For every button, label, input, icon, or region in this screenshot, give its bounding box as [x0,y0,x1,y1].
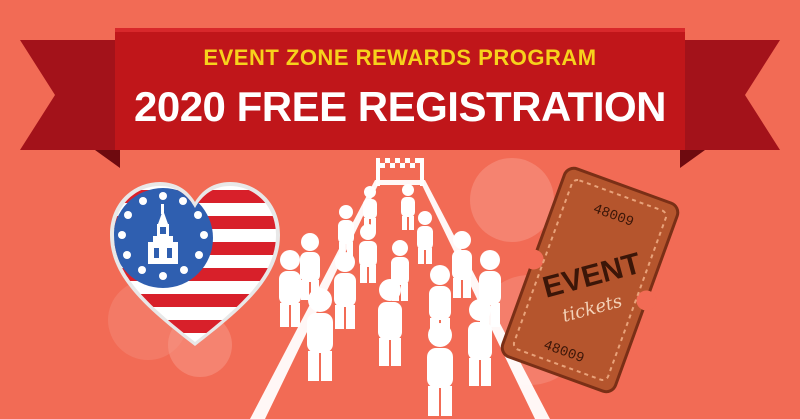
banner-title: 2020 FREE REGISTRATION [133,83,667,130]
banner-subtitle: EVENT ZONE REWARDS PROGRAM [203,45,597,70]
american-flag-heart-icon [110,182,280,346]
event-ticket-icon: 48009 EVENT tickets 48009 [500,166,680,394]
hero-graphic: EVENT ZONE REWARDS PROGRAM 2020 FREE REG… [0,0,800,419]
